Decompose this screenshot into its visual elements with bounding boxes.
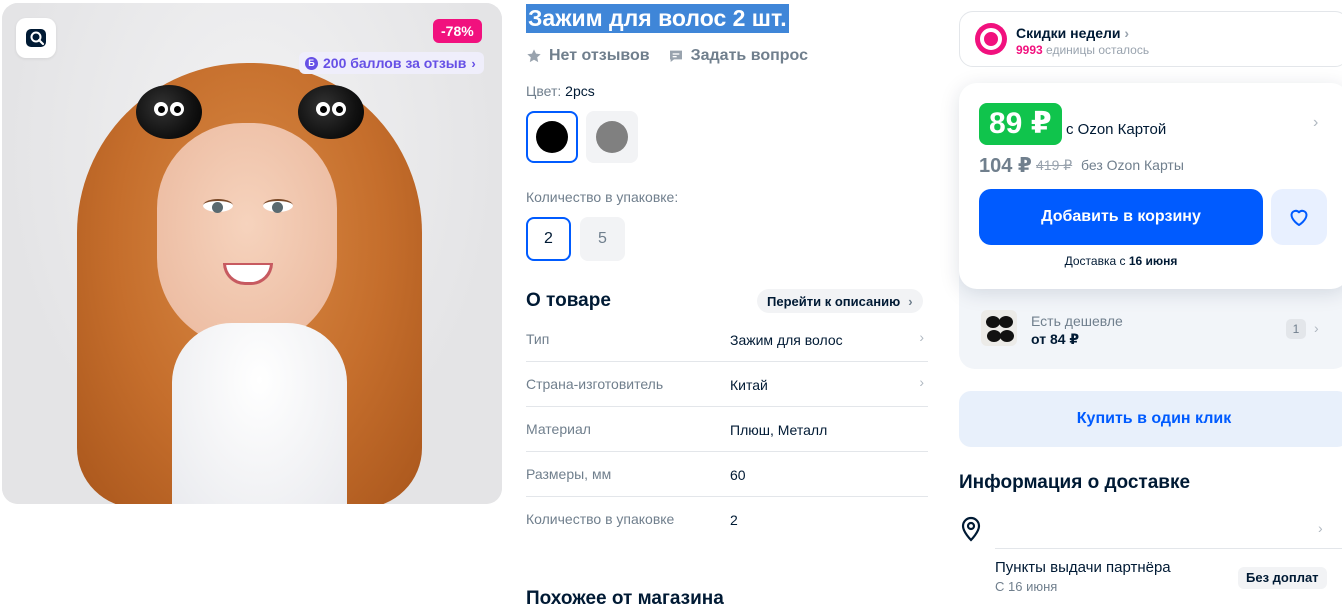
cheaper-thumbnail[interactable]	[981, 310, 1017, 346]
thumb-clip	[986, 316, 1000, 328]
location-pin-icon[interactable]	[960, 516, 982, 542]
chevron-right-icon: ›	[919, 329, 924, 345]
hair-clip-left	[136, 85, 202, 139]
spec-value: Зажим для волос	[730, 332, 843, 348]
photo-face	[157, 123, 337, 348]
spec-row: Количество в упаковке 2	[526, 497, 928, 542]
chevron-right-icon[interactable]: ›	[1318, 520, 1323, 536]
delivery-prefix: Доставка с	[1064, 254, 1126, 268]
favorite-button[interactable]	[1271, 189, 1327, 245]
weekly-deals-remaining-text: единицы осталось	[1046, 43, 1150, 57]
spec-key: Материал	[526, 421, 591, 437]
pickup-points-title[interactable]: Пункты выдачи партнёра	[995, 559, 1171, 576]
weekly-deals-remaining: 9993 единицы осталось	[1016, 43, 1149, 57]
spec-key: Количество в упаковке	[526, 511, 675, 527]
chat-bubble-icon	[669, 50, 682, 62]
spec-row: Размеры, мм 60	[526, 452, 928, 497]
weekly-deals-title: Скидки недели ›	[1016, 25, 1129, 41]
spec-value: 60	[730, 467, 746, 483]
ozon-card-price[interactable]: 89 ₽	[979, 103, 1062, 145]
spec-value: 2	[730, 512, 738, 528]
weekly-deals-title-text: Скидки недели	[1016, 25, 1121, 41]
cheaper-price: от 84 ₽	[1031, 331, 1080, 347]
add-to-cart-button[interactable]: Добавить в корзину	[979, 189, 1263, 245]
clip-eye	[154, 102, 168, 116]
go-to-description-button[interactable]: Перейти к описанию ›	[757, 289, 923, 313]
photo-eye-right	[263, 199, 293, 213]
regular-price-note: без Ozon Карты	[1081, 157, 1184, 173]
color-label: Цвет: 2pcs	[526, 83, 595, 99]
points-label: 200 баллов за отзыв	[323, 55, 467, 71]
thumb-clip	[987, 330, 1001, 342]
thumb-clip	[1000, 330, 1014, 342]
spec-key: Тип	[526, 331, 550, 347]
swatch-dot	[596, 121, 628, 153]
reviews-link[interactable]: Нет отзывов	[526, 47, 650, 65]
photo-eye-left	[203, 199, 233, 213]
qty-option-5[interactable]: 5	[580, 217, 625, 261]
qty-label: Количество в упаковке:	[526, 189, 679, 205]
product-meta: Нет отзывов Задать вопрос	[526, 47, 808, 65]
photo-mouth	[223, 263, 273, 285]
chevron-right-icon[interactable]: ›	[1313, 114, 1318, 132]
divider	[995, 548, 1342, 549]
color-swatch-gray[interactable]	[586, 111, 638, 163]
reviews-label: Нет отзывов	[549, 47, 650, 64]
discount-badge: -78%	[433, 19, 482, 43]
ask-question-label: Задать вопрос	[690, 47, 808, 64]
chevron-right-icon: ›	[471, 55, 476, 71]
thumb-clip	[999, 316, 1013, 328]
clip-eye	[316, 102, 330, 116]
weekly-deals-count: 9993	[1016, 43, 1043, 57]
weekly-deals-icon	[975, 23, 1007, 55]
ask-question-link[interactable]: Задать вопрос	[668, 47, 808, 65]
points-coin-icon: Б	[305, 56, 318, 70]
clip-eye	[332, 102, 346, 116]
similar-title: Похожее от магазина	[526, 588, 724, 604]
cheaper-title[interactable]: Есть дешевле	[1031, 313, 1123, 329]
product-gallery[interactable]	[2, 3, 502, 504]
swatch-dot	[536, 121, 568, 153]
chevron-right-icon[interactable]: ›	[1314, 320, 1319, 336]
about-title: О товаре	[526, 290, 611, 311]
image-search-button[interactable]	[16, 18, 56, 58]
old-price: 419 ₽	[1036, 157, 1073, 173]
color-swatch-black[interactable]	[526, 111, 578, 163]
spec-value: Китай	[730, 377, 768, 393]
spec-key: Страна-изготовитель	[526, 376, 664, 392]
delivery-note: Доставка с 16 июня	[959, 254, 1283, 268]
go-to-description-label: Перейти к описанию	[767, 293, 901, 309]
delivery-info-title: Информация о доставке	[959, 472, 1191, 493]
chevron-right-icon: ›	[919, 374, 924, 390]
review-points-badge[interactable]: Б 200 баллов за отзыв ›	[299, 52, 484, 74]
color-label-key: Цвет:	[526, 83, 562, 99]
clip-eye	[170, 102, 184, 116]
photo-dress	[172, 323, 347, 504]
spec-key: Размеры, мм	[526, 466, 612, 482]
delivery-date: 16 июня	[1128, 254, 1178, 268]
spec-row[interactable]: Страна-изготовитель Китай ›	[526, 362, 928, 407]
heart-icon	[1290, 209, 1308, 226]
spec-row[interactable]: Тип Зажим для волос ›	[526, 317, 928, 362]
qty-option-2[interactable]: 2	[526, 217, 571, 261]
spec-row: Материал Плюш, Металл	[526, 407, 928, 452]
product-title: Зажим для волос 2 шт.	[526, 4, 789, 33]
buy-one-click-button[interactable]: Купить в один клик	[959, 391, 1342, 447]
specs-table: Тип Зажим для волос › Страна-изготовител…	[526, 317, 928, 542]
hair-clip-right	[298, 85, 364, 139]
image-search-icon	[26, 29, 46, 47]
price-card: 89 ₽ с Ozon Картой › 104 ₽ 419 ₽ без Ozo…	[959, 83, 1342, 289]
cheaper-count-badge: 1	[1286, 319, 1306, 339]
chevron-right-icon: ›	[908, 293, 913, 309]
weekly-deals-banner[interactable]: Скидки недели › 9993 единицы осталось	[959, 11, 1342, 67]
regular-price: 104 ₽	[979, 155, 1032, 177]
spec-value: Плюш, Металл	[730, 422, 828, 438]
pickup-points-date: С 16 июня	[995, 579, 1058, 594]
ozon-card-note: с Ozon Картой	[1066, 121, 1167, 138]
chevron-right-icon: ›	[1124, 25, 1130, 41]
no-surcharge-badge: Без доплат	[1238, 567, 1327, 589]
color-value: 2pcs	[565, 83, 595, 99]
star-icon	[527, 49, 541, 63]
